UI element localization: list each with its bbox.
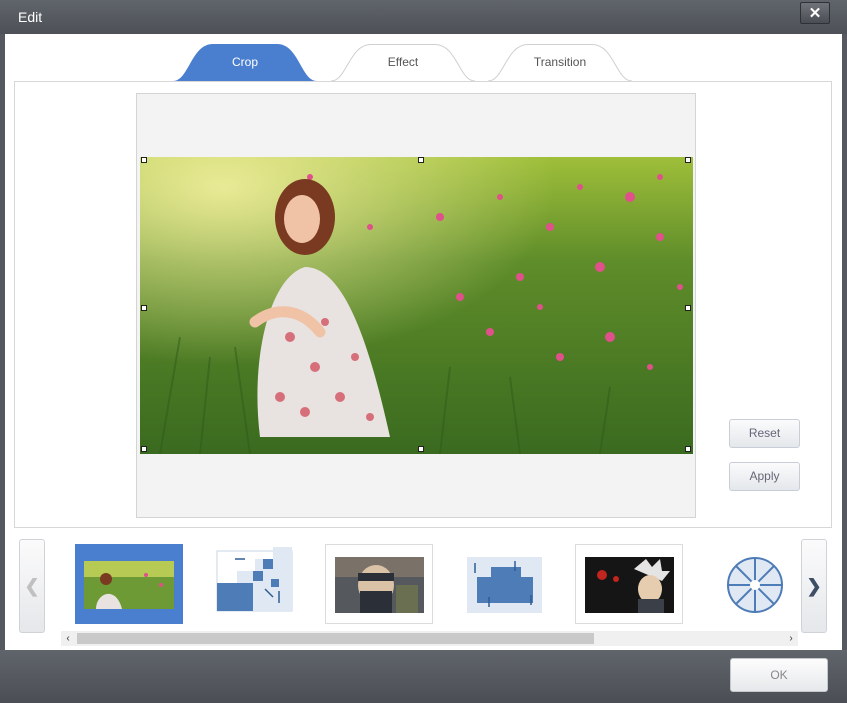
thumbnail-transition-arrows-push[interactable] bbox=[464, 544, 572, 624]
chevron-left-icon: ❮ bbox=[24, 576, 40, 596]
thumbnail-photo-girl[interactable] bbox=[75, 544, 183, 624]
content-area: Crop Effect Transition Reset Apply ❮ ❯ ‹… bbox=[5, 34, 842, 650]
crop-preview-image[interactable] bbox=[140, 157, 693, 454]
scroll-right-icon[interactable]: › bbox=[784, 631, 798, 646]
close-button[interactable]: ✕ bbox=[800, 2, 830, 24]
tab-effect[interactable]: Effect bbox=[331, 44, 475, 81]
crop-handle-top-right[interactable] bbox=[685, 157, 691, 163]
tab-transition-label: Transition bbox=[533, 55, 587, 69]
crop-handle-right[interactable] bbox=[685, 305, 691, 311]
edit-window: Edit ✕ Crop Effect Transition Reset Appl… bbox=[0, 0, 847, 703]
title-bar: Edit ✕ bbox=[0, 0, 847, 34]
tab-effect-label: Effect bbox=[387, 55, 419, 69]
window-title: Edit bbox=[18, 9, 43, 25]
strip-next-button[interactable]: ❯ bbox=[801, 539, 827, 633]
tab-crop-label: Crop bbox=[231, 55, 258, 69]
crop-handle-bottom-left[interactable] bbox=[141, 446, 147, 452]
tab-crop[interactable]: Crop bbox=[173, 44, 317, 81]
thumbnail-transition-arrows-in[interactable] bbox=[214, 544, 322, 624]
crop-handle-bottom-right[interactable] bbox=[685, 446, 691, 452]
thumbnail-photo-anime-red-eyes[interactable] bbox=[575, 544, 683, 624]
thumbnail-strip: ❮ ❯ ‹ › bbox=[14, 528, 832, 650]
horizontal-scrollbar[interactable]: ‹ › bbox=[61, 631, 798, 646]
chevron-right-icon: ❯ bbox=[806, 576, 822, 596]
strip-prev-button[interactable]: ❮ bbox=[19, 539, 45, 633]
ok-button[interactable]: OK bbox=[730, 658, 828, 692]
reset-button[interactable]: Reset bbox=[729, 419, 800, 448]
scroll-left-icon[interactable]: ‹ bbox=[61, 631, 75, 646]
crop-handle-left[interactable] bbox=[141, 305, 147, 311]
close-icon: ✕ bbox=[808, 5, 822, 22]
crop-handle-top[interactable] bbox=[418, 157, 424, 163]
apply-button[interactable]: Apply bbox=[729, 462, 800, 491]
footer-bar: OK bbox=[0, 650, 847, 703]
scrollbar-thumb[interactable] bbox=[77, 633, 594, 644]
crop-handle-bottom[interactable] bbox=[418, 446, 424, 452]
crop-handle-top-left[interactable] bbox=[141, 157, 147, 163]
tab-transition[interactable]: Transition bbox=[488, 44, 632, 81]
thumbnail-photo-anime-ninja[interactable] bbox=[325, 544, 433, 624]
